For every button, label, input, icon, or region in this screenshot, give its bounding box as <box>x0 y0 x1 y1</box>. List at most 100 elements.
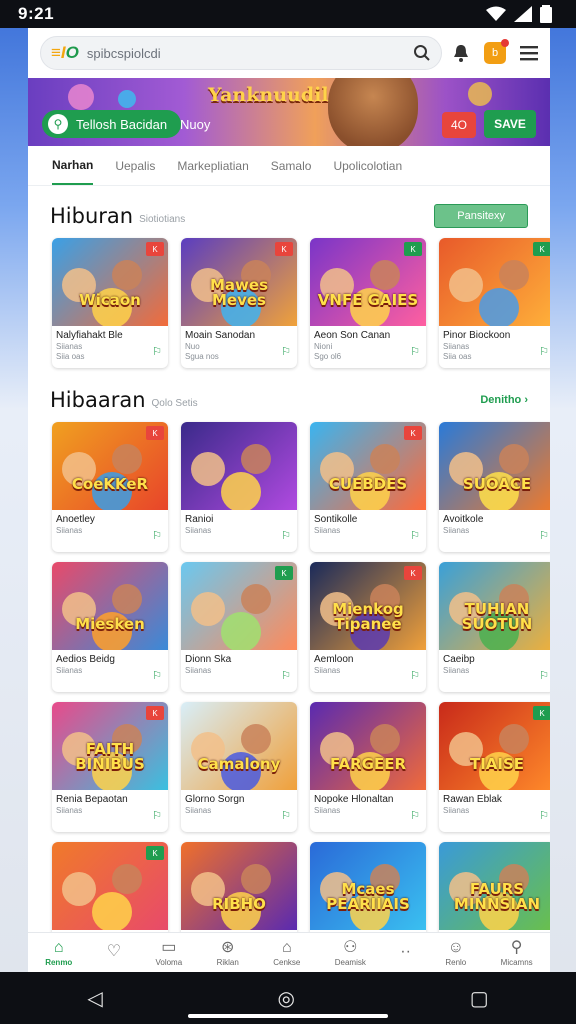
section-header: Hibaaran Qolo Setis Denitho › <box>28 378 550 422</box>
banner-red-button[interactable]: 4O <box>442 112 476 138</box>
recents-icon[interactable]: ▢ <box>470 986 489 1011</box>
game-card[interactable]: Camalony Glorno Sorgn Siianas ⚐ <box>181 702 297 832</box>
game-thumbnail[interactable]: FAURS MINNSIAN <box>439 842 550 930</box>
thumbs-up-icon[interactable]: ⚐ <box>410 529 420 542</box>
tab-item[interactable]: Markepliatian <box>177 148 248 184</box>
game-tag-badge: K <box>533 242 550 256</box>
game-thumbnail[interactable]: K <box>52 842 168 930</box>
game-thumbnail[interactable]: VNFE GAIES K <box>310 238 426 326</box>
game-card[interactable]: Mienkog Tipanee K Aemloon Siianas ⚐ <box>310 562 426 692</box>
search-input[interactable]: spibcspiolcdi <box>87 46 405 61</box>
game-thumbnail[interactable]: RIBHO <box>181 842 297 930</box>
game-card[interactable]: Miesken Aedios Beidg Siianas ⚐ <box>52 562 168 692</box>
balloon-decoration <box>118 90 136 108</box>
game-thumbnail[interactable]: CUEBDES K <box>310 422 426 510</box>
nav-item[interactable]: ⌂ Renmo <box>45 939 72 967</box>
home-icon[interactable]: ◎ <box>278 986 295 1011</box>
character-art <box>370 724 400 754</box>
game-tag-badge: K <box>146 426 164 440</box>
nav-item[interactable]: ♡ <box>107 943 121 962</box>
game-thumbnail[interactable]: Mienkog Tipanee K <box>310 562 426 650</box>
game-name: Caeibp <box>443 654 475 665</box>
section-header: Hiburan Siotiotians Pansitexy <box>28 194 550 238</box>
tab-item[interactable]: Samalo <box>271 148 312 184</box>
search-bar[interactable]: ≡IO spibcspiolcdi <box>40 36 442 70</box>
bell-icon[interactable] <box>452 43 470 63</box>
game-card[interactable]: TIAISE K Rawan Eblak Siianas ⚐ <box>439 702 550 832</box>
game-card[interactable]: K Dionn Ska Siianas ⚐ <box>181 562 297 692</box>
game-thumbnail[interactable]: Camalony <box>181 702 297 790</box>
game-card[interactable]: Ranioi Siianas ⚐ <box>181 422 297 552</box>
game-card[interactable]: VNFE GAIES K Aeon Son Canan Nioni Sgo ol6 ⚐ <box>310 238 426 368</box>
game-card[interactable]: Wicaon K Nalyfiahakt Ble Siianas Siia oas ⚐ <box>52 238 168 368</box>
status-time: 9:21 <box>18 4 55 23</box>
section-subtitle: Qolo Setis <box>151 397 198 409</box>
game-name: Ranioi <box>185 514 214 525</box>
tab-item[interactable]: Upolicolotian <box>333 148 402 184</box>
game-thumbnail[interactable]: Miesken <box>52 562 168 650</box>
thumbs-up-icon[interactable]: ⚐ <box>281 345 291 358</box>
game-thumbnail[interactable]: Wicaon K <box>52 238 168 326</box>
top-bar: ≡IO spibcspiolcdi b <box>28 28 550 78</box>
thumbs-up-icon[interactable]: ⚐ <box>152 669 162 682</box>
back-icon[interactable]: ◁ <box>87 986 102 1011</box>
section-more-link[interactable]: Denitho › <box>480 394 528 406</box>
nav-item[interactable]: ⚲ Micamns <box>501 939 533 967</box>
section-subtitle: Siotiotians <box>139 213 186 225</box>
tab-item[interactable]: Narhan <box>52 147 94 185</box>
menu-icon[interactable] <box>520 45 538 61</box>
app-logo: ≡IO <box>51 43 79 62</box>
game-thumbnail[interactable]: FAITH BINIBUS K <box>52 702 168 790</box>
section-action-button[interactable]: Pansitexy <box>434 204 528 228</box>
nav-label: Deamisk <box>334 957 366 967</box>
banner-cta-button[interactable]: ⚲ Tellosh Bacidan <box>42 110 182 138</box>
game-card[interactable]: FARGEER Nopoke Hlonaltan Siianas ⚐ <box>310 702 426 832</box>
game-thumbnail[interactable]: FARGEER <box>310 702 426 790</box>
game-card[interactable]: FAITH BINIBUS K Renia Bepaotan Siianas ⚐ <box>52 702 168 832</box>
thumbs-up-icon[interactable]: ⚐ <box>281 669 291 682</box>
game-thumbnail[interactable]: K <box>181 562 297 650</box>
game-thumbnail[interactable]: Mcaes PEARIIAIS <box>310 842 426 930</box>
game-thumbnail[interactable]: TIAISE K <box>439 702 550 790</box>
thumbs-up-icon[interactable]: ⚐ <box>152 809 162 822</box>
game-thumbnail[interactable]: TUHIAN SUOTUN <box>439 562 550 650</box>
notifications-badge[interactable]: b <box>484 39 509 64</box>
top-actions: b <box>452 39 538 64</box>
game-tag-badge: K <box>404 242 422 256</box>
game-card[interactable]: TUHIAN SUOTUN Caeibp Siianas ⚐ <box>439 562 550 692</box>
tab-item[interactable]: Uepalis <box>115 148 155 184</box>
nav-item[interactable]: ⚇ Deamisk <box>335 939 366 967</box>
nav-item[interactable]: ⊛ Riklan <box>217 939 239 967</box>
search-icon[interactable] <box>413 44 431 62</box>
thumbs-up-icon[interactable]: ⚐ <box>539 669 549 682</box>
nav-item[interactable]: ☺ Renlo <box>445 939 466 967</box>
game-thumbnail[interactable]: K <box>439 238 550 326</box>
character-art <box>191 452 225 486</box>
home-gesture-bar[interactable] <box>188 1014 388 1018</box>
nav-item[interactable]: ⌂ Cenkse <box>273 939 300 967</box>
game-card[interactable]: Mawes Meves K Moain Sanodan Nuo Sgua nos ⚐ <box>181 238 297 368</box>
game-thumbnail[interactable] <box>181 422 297 510</box>
game-card[interactable]: K Pinor Biockoon Siianas Siia oas ⚐ <box>439 238 550 368</box>
game-thumbnail[interactable]: CoeKKeR K <box>52 422 168 510</box>
game-card[interactable]: SUOACE Avoitkole Siianas ⚐ <box>439 422 550 552</box>
promo-banner[interactable]: Yanknuudil ⚲ Tellosh Bacidan Nuoy 4O SAV… <box>28 78 550 146</box>
thumbs-up-icon[interactable]: ⚐ <box>410 345 420 358</box>
game-meta: Siianas <box>314 666 341 675</box>
thumbs-up-icon[interactable]: ⚐ <box>152 345 162 358</box>
thumbs-up-icon[interactable]: ⚐ <box>410 809 420 822</box>
nav-item[interactable]: ·· <box>400 943 411 962</box>
thumbs-up-icon[interactable]: ⚐ <box>539 529 549 542</box>
thumbs-up-icon[interactable]: ⚐ <box>281 529 291 542</box>
thumbs-up-icon[interactable]: ⚐ <box>410 669 420 682</box>
game-thumbnail[interactable]: Mawes Meves K <box>181 238 297 326</box>
save-button[interactable]: SAVE <box>484 110 536 138</box>
game-card[interactable]: CUEBDES K Sontikolle Siianas ⚐ <box>310 422 426 552</box>
thumbs-up-icon[interactable]: ⚐ <box>152 529 162 542</box>
game-card[interactable]: CoeKKeR K Anoetley Siianas ⚐ <box>52 422 168 552</box>
thumbs-up-icon[interactable]: ⚐ <box>281 809 291 822</box>
thumbs-up-icon[interactable]: ⚐ <box>539 345 549 358</box>
thumbs-up-icon[interactable]: ⚐ <box>539 809 549 822</box>
nav-item[interactable]: ▭ Voloma <box>155 939 182 967</box>
game-thumbnail[interactable]: SUOACE <box>439 422 550 510</box>
